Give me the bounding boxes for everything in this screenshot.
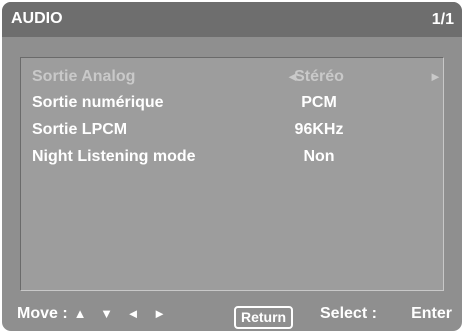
audio-osd-menu: AUDIO 1/1 Sortie Analog ◄ Stéréo ► Sorti… bbox=[2, 2, 462, 331]
settings-panel: Sortie Analog ◄ Stéréo ► Sortie numériqu… bbox=[20, 57, 444, 291]
setting-row-night-listening-mode[interactable]: Night Listening mode Non bbox=[21, 145, 443, 167]
return-button[interactable]: Return bbox=[234, 306, 294, 329]
setting-label: Sortie Analog bbox=[32, 68, 136, 85]
setting-label: Sortie numérique bbox=[32, 94, 164, 111]
direction-arrows-icon: ▲ ▼ ◄ ► bbox=[73, 306, 171, 321]
setting-label: Night Listening mode bbox=[32, 148, 196, 165]
move-label: Move : bbox=[17, 305, 68, 322]
menu-header: AUDIO 1/1 bbox=[2, 2, 462, 37]
setting-row-sortie-numerique[interactable]: Sortie numérique PCM bbox=[21, 91, 443, 113]
setting-value: 96KHz bbox=[294, 121, 344, 138]
setting-label: Sortie LPCM bbox=[32, 121, 128, 138]
select-label: Select : bbox=[320, 305, 377, 322]
menu-footer: Move : ▲ ▼ ◄ ► Return Select : Enter bbox=[2, 297, 462, 331]
setting-value: Non bbox=[303, 148, 335, 165]
setting-row-sortie-analog[interactable]: Sortie Analog ◄ Stéréo ► bbox=[21, 65, 443, 87]
setting-value: Stéréo bbox=[294, 68, 344, 85]
enter-label: Enter bbox=[411, 305, 452, 322]
right-arrow-icon[interactable]: ► bbox=[429, 69, 442, 84]
setting-value: PCM bbox=[301, 94, 337, 111]
page-indicator: 1/1 bbox=[431, 11, 454, 28]
menu-title: AUDIO bbox=[11, 10, 63, 27]
move-hint: Move : ▲ ▼ ◄ ► bbox=[17, 305, 171, 323]
setting-row-sortie-lpcm[interactable]: Sortie LPCM 96KHz bbox=[21, 118, 443, 140]
